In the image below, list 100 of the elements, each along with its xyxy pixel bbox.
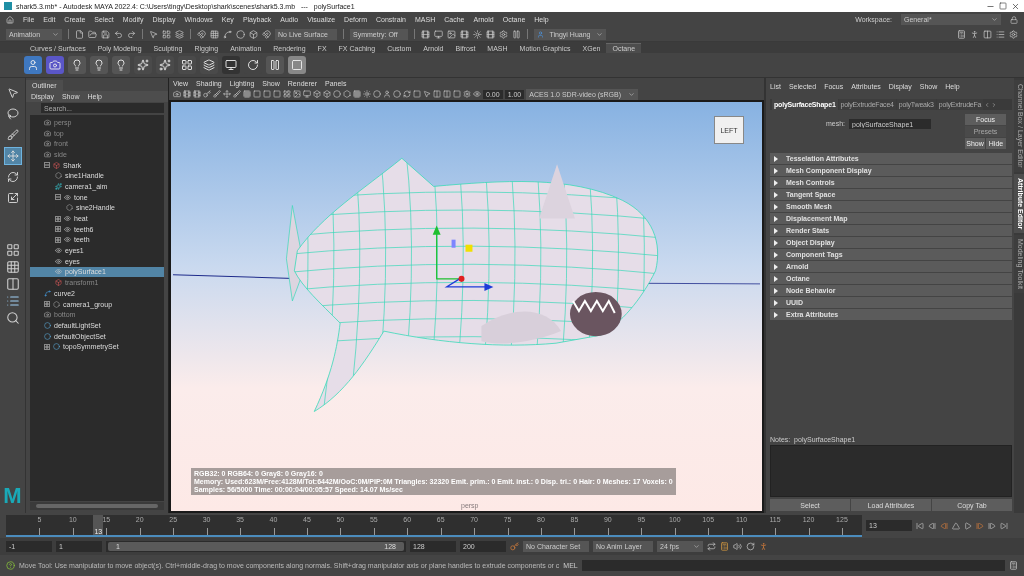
skip-start-icon[interactable] [916,521,924,530]
speaker-icon[interactable] [733,542,742,551]
caret-icon[interactable] [991,16,998,23]
circle-icon[interactable] [236,29,245,39]
expand-icon[interactable] [55,215,61,222]
film-icon[interactable] [193,90,201,98]
monitor-icon[interactable] [434,29,443,39]
grid-icon[interactable] [283,90,291,98]
pause-icon[interactable] [512,29,521,39]
columns-icon[interactable] [983,29,992,39]
figure-icon[interactable] [383,90,391,98]
shelf-button[interactable] [68,56,86,74]
expand-icon[interactable] [44,301,50,308]
shelf-button[interactable] [156,56,174,74]
shelf-button[interactable] [222,56,240,74]
collapse-icon[interactable] [55,194,61,201]
undo-icon[interactable] [114,29,123,39]
brush-icon[interactable] [233,90,241,98]
camera-icon[interactable] [173,90,181,98]
square-icon[interactable] [253,90,261,98]
film-icon[interactable] [486,29,495,39]
square-icon[interactable] [273,90,281,98]
brush-icon[interactable] [213,90,221,98]
layers-icon[interactable] [175,29,184,39]
shelf-button[interactable] [134,56,152,74]
new-file-icon[interactable] [75,29,84,39]
film-icon[interactable] [460,29,469,39]
circle-icon[interactable] [333,90,341,98]
monitor-icon[interactable] [303,90,311,98]
grid-icon[interactable] [162,29,171,39]
image-icon[interactable] [447,29,456,39]
skip-end-icon[interactable] [1000,521,1008,530]
list-icon[interactable] [996,29,1005,39]
square-icon[interactable] [263,90,271,98]
sun-icon[interactable] [473,29,482,39]
notes-field[interactable] [770,445,1012,497]
grid-icon[interactable] [210,29,219,39]
caret-icon[interactable] [52,30,59,38]
redo-icon[interactable] [127,29,136,39]
shelf-button[interactable] [288,56,306,74]
move-icon[interactable] [223,90,231,98]
columns-icon[interactable] [443,90,451,98]
shelf-button[interactable] [46,56,64,74]
magnet-icon[interactable] [262,29,271,39]
settings-icon[interactable] [463,90,471,98]
sun-icon[interactable] [363,90,371,98]
grid-icon[interactable] [353,90,361,98]
caret-icon[interactable] [628,90,636,98]
step-back-icon[interactable] [928,521,936,530]
key-icon[interactable] [510,542,519,551]
hexagon-icon[interactable] [343,90,351,98]
maximize-icon[interactable] [999,2,1007,10]
play-icon[interactable] [964,521,972,530]
cube-icon[interactable] [323,90,331,98]
shelf-button[interactable] [178,56,196,74]
cube-icon[interactable] [313,90,321,98]
lock-icon[interactable] [1010,15,1018,24]
two-layout-icon[interactable] [5,277,20,291]
settings-icon[interactable] [499,29,508,39]
magnet-icon[interactable] [197,29,206,39]
outliner-layout-icon[interactable] [5,294,20,308]
home-icon[interactable] [6,15,14,24]
shelf-button[interactable] [24,56,42,74]
circle-icon[interactable] [373,90,381,98]
settings-icon[interactable] [1009,29,1018,39]
pointer-icon[interactable] [149,29,158,39]
loop-icon[interactable] [707,542,716,551]
expand-icon[interactable] [55,226,61,233]
shelf-button[interactable] [90,56,108,74]
figure-icon[interactable] [970,29,979,39]
film-icon[interactable] [183,90,191,98]
curve-icon[interactable] [223,29,232,39]
shelf-button[interactable] [266,56,284,74]
folder-icon[interactable] [88,29,97,39]
image-icon[interactable] [293,90,301,98]
shelf-button[interactable] [200,56,218,74]
film-icon[interactable] [421,29,430,39]
tool-button[interactable] [3,147,22,165]
search-icon[interactable] [5,311,20,325]
expand-icon[interactable] [44,343,50,350]
grid-icon[interactable] [243,90,251,98]
expand-icon[interactable] [55,236,61,243]
save-icon[interactable] [101,29,110,39]
command-field[interactable] [581,560,1005,571]
columns-icon[interactable] [433,90,441,98]
eye-icon[interactable] [473,90,481,98]
refresh-icon[interactable] [403,90,411,98]
move-manipulator-icon[interactable] [432,225,494,291]
circle-icon[interactable] [393,90,401,98]
pointer-icon[interactable] [423,90,431,98]
cube-icon[interactable] [249,29,258,39]
scrollbar[interactable] [30,502,164,510]
square-icon[interactable] [413,90,421,98]
collapse-icon[interactable] [44,162,50,169]
caret-icon[interactable] [596,30,603,38]
viewport-scene[interactable] [169,100,764,513]
caret-icon[interactable] [693,543,700,550]
square-icon[interactable] [453,90,461,98]
shelf-button[interactable] [112,56,130,74]
close-icon[interactable] [1011,1,1020,11]
